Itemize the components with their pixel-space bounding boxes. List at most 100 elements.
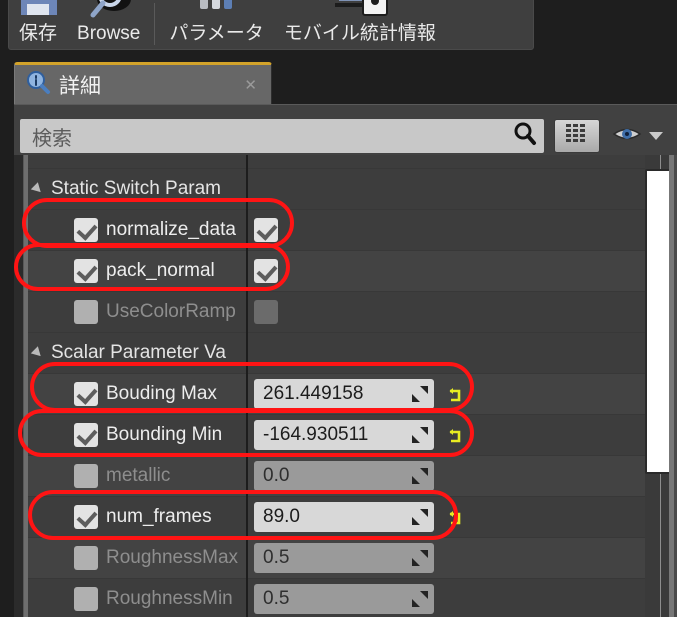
- toolbar-button-mobile-stats-label: モバイル統計情報: [283, 23, 436, 44]
- property-name-label: Bouding Max: [106, 383, 217, 404]
- toolbar-button-save[interactable]: 保存: [9, 0, 67, 49]
- property-row[interactable]: UseColorRamp: [28, 292, 645, 333]
- clipped-row-above: [28, 155, 645, 169]
- override-checkbox[interactable]: [74, 300, 98, 324]
- chevron-down-icon[interactable]: [649, 132, 663, 140]
- override-checkbox[interactable]: [74, 382, 98, 406]
- close-icon[interactable]: ✕: [244, 76, 263, 94]
- search-row: 検索: [20, 117, 671, 155]
- drag-spinner-icon[interactable]: [412, 550, 428, 566]
- mobile-stats-icon: [325, 0, 395, 26]
- property-name-label: metallic: [106, 465, 171, 486]
- tab-strip: 詳細 ✕: [0, 62, 677, 104]
- numeric-input-value: 0.0: [263, 465, 290, 486]
- property-name-label: UseColorRamp: [106, 301, 236, 322]
- numeric-input[interactable]: 0.0: [254, 461, 434, 491]
- expand-triangle-icon[interactable]: [30, 182, 45, 196]
- property-name-cell: pack_normal: [28, 259, 246, 283]
- toolbar-separator: [154, 3, 156, 45]
- reset-to-default-icon[interactable]: [447, 508, 465, 526]
- override-checkbox[interactable]: [74, 464, 98, 488]
- property-row[interactable]: metallic 0.0: [28, 456, 645, 497]
- reset-to-default-icon[interactable]: [447, 385, 465, 403]
- numeric-input[interactable]: 0.5: [254, 584, 434, 614]
- property-name-label: Bounding Min: [106, 424, 223, 445]
- override-checkbox[interactable]: [74, 259, 98, 283]
- numeric-input-value: 0.5: [263, 588, 290, 609]
- property-value-cell: [246, 300, 645, 324]
- numeric-input-value: 0.5: [263, 547, 290, 568]
- toolbar-button-parameters[interactable]: パラメータ: [159, 0, 273, 49]
- details-magnifier-icon: [25, 69, 51, 100]
- group-header-scalar-parameter[interactable]: Scalar Parameter Va: [28, 333, 645, 374]
- property-value-cell: 0.0: [246, 461, 645, 491]
- visibility-button[interactable]: [612, 124, 642, 149]
- property-name-cell: RoughnessMin: [28, 587, 246, 611]
- toolbar-button-browse-label: Browse: [77, 23, 141, 44]
- reset-to-default-icon[interactable]: [447, 426, 465, 444]
- property-value-cell: 89.0: [246, 502, 645, 532]
- drag-spinner-icon[interactable]: [412, 591, 428, 607]
- search-placeholder: 検索: [32, 127, 72, 150]
- numeric-input-value: 261.449158: [263, 383, 364, 404]
- override-checkbox[interactable]: [74, 423, 98, 447]
- property-name-cell: num_frames: [28, 505, 246, 529]
- magnifier-browse-icon: [83, 0, 135, 26]
- property-name-cell: Bounding Min: [28, 423, 246, 447]
- group-header-static-switch[interactable]: Static Switch Param: [28, 169, 645, 210]
- property-name-cell: normalize_data: [28, 218, 246, 242]
- column-divider[interactable]: [246, 155, 248, 617]
- property-name-label: RoughnessMin: [106, 588, 233, 609]
- group-header-label: Static Switch Param: [51, 178, 221, 199]
- property-name-cell: metallic: [28, 464, 246, 488]
- numeric-input-value: 89.0: [263, 506, 300, 527]
- property-name-label: pack_normal: [106, 260, 215, 281]
- property-value-cell: 0.5: [246, 543, 645, 573]
- save-disk-icon: [15, 0, 61, 26]
- property-list: Static Switch Param normalize_data pack_no…: [14, 155, 677, 617]
- numeric-input[interactable]: 0.5: [254, 543, 434, 573]
- drag-spinner-icon[interactable]: [412, 509, 428, 525]
- property-row[interactable]: RoughnessMax 0.5: [28, 538, 645, 579]
- property-row[interactable]: num_frames 89.0: [28, 497, 645, 538]
- numeric-input[interactable]: 261.449158: [254, 379, 434, 409]
- property-row[interactable]: pack_normal: [28, 251, 645, 292]
- tab-details[interactable]: 詳細 ✕: [14, 62, 272, 104]
- drag-spinner-icon[interactable]: [412, 386, 428, 402]
- property-value-cell: 261.449158: [246, 379, 645, 409]
- column-grid-button[interactable]: [554, 119, 600, 153]
- property-name-cell: UseColorRamp: [28, 300, 246, 324]
- search-input[interactable]: 検索: [20, 119, 544, 153]
- property-row[interactable]: Bounding Min -164.930511: [28, 415, 645, 456]
- property-name-cell: Bouding Max: [28, 382, 246, 406]
- property-value-cell: 0.5: [246, 584, 645, 614]
- toolbar-button-save-label: 保存: [19, 23, 58, 44]
- property-value-cell: [246, 259, 645, 283]
- value-checkbox[interactable]: [254, 218, 278, 242]
- override-checkbox[interactable]: [74, 218, 98, 242]
- value-checkbox[interactable]: [254, 300, 278, 324]
- toolbar-button-mobile-stats[interactable]: モバイル統計情報: [274, 0, 446, 49]
- expand-triangle-icon[interactable]: [30, 346, 45, 360]
- tab-details-label: 詳細: [59, 74, 101, 98]
- numeric-input[interactable]: -164.930511: [254, 420, 434, 450]
- drag-spinner-icon[interactable]: [412, 427, 428, 443]
- details-panel: 検索 Static Switch Param normalize_data pa…: [14, 104, 677, 617]
- drag-spinner-icon[interactable]: [412, 468, 428, 484]
- override-checkbox[interactable]: [74, 505, 98, 529]
- property-row[interactable]: RoughnessMin 0.5: [28, 579, 645, 617]
- column-grid-icon: [564, 122, 590, 151]
- override-checkbox[interactable]: [74, 587, 98, 611]
- property-row[interactable]: normalize_data: [28, 210, 645, 251]
- property-row[interactable]: Bouding Max 261.449158: [28, 374, 645, 415]
- property-rows: Static Switch Param normalize_data pack_no…: [28, 155, 645, 617]
- value-checkbox[interactable]: [254, 259, 278, 283]
- numeric-input[interactable]: 89.0: [254, 502, 434, 532]
- eye-visibility-icon: [612, 124, 642, 149]
- search-icon: [512, 121, 538, 152]
- toolbar-button-browse[interactable]: Browse: [67, 0, 150, 49]
- parameters-bars-icon: [188, 0, 246, 26]
- override-checkbox[interactable]: [74, 546, 98, 570]
- property-value-cell: [246, 218, 645, 242]
- property-name-cell: RoughnessMax: [28, 546, 246, 570]
